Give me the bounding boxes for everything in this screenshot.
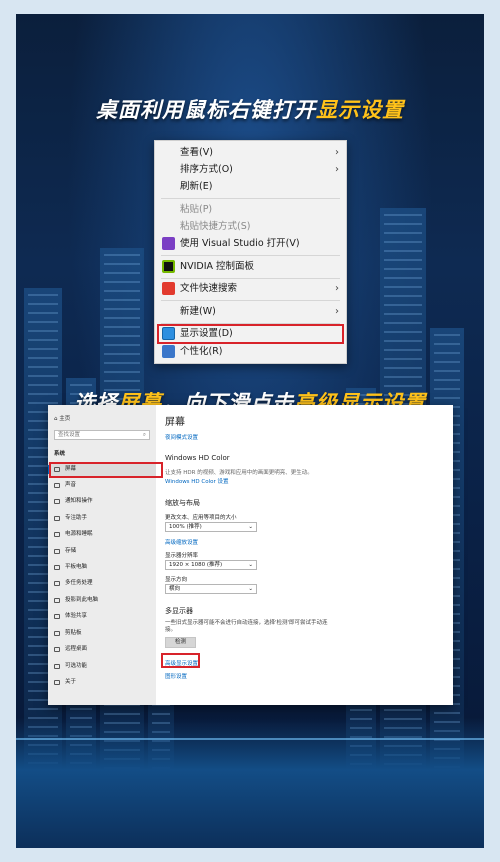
settings-search-input[interactable]: 查找设置 ⌕ bbox=[54, 430, 150, 440]
sidebar-item-multitasking[interactable]: 多任务处理 bbox=[48, 577, 156, 590]
sidebar-item-sound[interactable]: 声音 bbox=[48, 479, 156, 492]
hd-color-heading: Windows HD Color bbox=[165, 454, 230, 462]
chevron-right-icon: › bbox=[335, 283, 339, 294]
sidebar-item-about[interactable]: 关于 bbox=[48, 676, 156, 689]
remote-icon bbox=[54, 647, 60, 652]
menu-item-paste-shortcut: 粘贴快捷方式(S) bbox=[180, 221, 251, 232]
graphics-settings-link[interactable]: 图形设置 bbox=[165, 672, 187, 680]
sidebar-item-project[interactable]: 投影到此电脑 bbox=[48, 594, 156, 607]
scale-dropdown[interactable]: 100% (推荐) ⌄ bbox=[165, 522, 257, 532]
multitask-icon bbox=[54, 581, 60, 586]
chevron-down-icon: ⌄ bbox=[248, 524, 253, 530]
chevron-right-icon: › bbox=[335, 147, 339, 158]
menu-item-personalize[interactable]: 个性化(R) bbox=[155, 343, 346, 360]
visual-studio-icon bbox=[162, 237, 175, 250]
optional-features-icon bbox=[54, 664, 60, 669]
project-icon bbox=[54, 598, 60, 603]
orientation-dropdown[interactable]: 横向 ⌄ bbox=[165, 584, 257, 594]
clipboard-icon bbox=[54, 631, 60, 636]
chevron-right-icon: › bbox=[335, 306, 339, 317]
advanced-scaling-link[interactable]: 高级缩放设置 bbox=[165, 538, 198, 546]
settings-sidebar: ⌂ 主页 查找设置 ⌕ 系统 屏幕 声音 通知和操作 专注助手 电源和睡眠 存储… bbox=[48, 405, 163, 705]
multi-display-desc: 一些旧式显示器可能不会进行自动连接，选择'检测'即可尝试手动连接。 bbox=[165, 620, 328, 633]
nvidia-icon bbox=[162, 260, 175, 273]
sidebar-item-clipboard[interactable]: 剪贴板 bbox=[48, 627, 156, 640]
power-icon bbox=[54, 532, 60, 537]
info-icon bbox=[54, 680, 60, 685]
menu-item-new[interactable]: 新建(W) › bbox=[155, 303, 346, 320]
scale-heading: 缩放与布局 bbox=[165, 499, 200, 507]
resolution-label: 显示器分辨率 bbox=[165, 553, 199, 559]
sidebar-item-notifications[interactable]: 通知和操作 bbox=[48, 495, 156, 508]
sidebar-item-focus[interactable]: 专注助手 bbox=[48, 512, 156, 525]
headline-step1: 桌面利用鼠标右键打开显示设置 bbox=[96, 98, 404, 122]
wps-search-icon bbox=[162, 282, 175, 295]
sidebar-category: 系统 bbox=[54, 451, 66, 457]
sidebar-item-shared[interactable]: 体验共享 bbox=[48, 610, 156, 623]
highlight-box bbox=[49, 462, 163, 478]
settings-main: 屏幕 夜间模式设置 Windows HD Color 让支持 HDR 的视频、游… bbox=[156, 405, 453, 705]
sidebar-home[interactable]: ⌂ 主页 bbox=[54, 414, 70, 422]
chevron-right-icon: › bbox=[335, 164, 339, 175]
scale-label: 更改文本、应用等项目的大小 bbox=[165, 515, 237, 521]
highlight-box bbox=[157, 324, 344, 344]
hd-color-settings-link[interactable]: Windows HD Color 设置 bbox=[165, 477, 229, 485]
highlight-box bbox=[161, 653, 200, 668]
moon-icon bbox=[54, 516, 60, 521]
night-light-link[interactable]: 夜间模式设置 bbox=[165, 433, 198, 441]
menu-item-paste: 粘贴(P) bbox=[180, 204, 213, 215]
sidebar-item-tablet[interactable]: 平板电脑 bbox=[48, 561, 156, 574]
speaker-icon bbox=[54, 483, 60, 488]
menu-item-refresh[interactable]: 刷新(E) bbox=[155, 178, 346, 195]
sidebar-item-optional[interactable]: 可选功能 bbox=[48, 660, 156, 673]
page-title: 屏幕 bbox=[165, 417, 185, 428]
detect-button[interactable]: 检测 bbox=[165, 637, 196, 648]
multi-display-heading: 多显示器 bbox=[165, 607, 193, 615]
chevron-down-icon: ⌄ bbox=[248, 562, 253, 568]
notification-icon bbox=[54, 499, 60, 504]
sidebar-item-storage[interactable]: 存储 bbox=[48, 545, 156, 558]
hd-color-desc: 让支持 HDR 的视频、游戏和应用中的画面更明亮、更生动。 bbox=[165, 470, 313, 476]
chevron-down-icon: ⌄ bbox=[248, 586, 253, 592]
sidebar-item-remote[interactable]: 远程桌面 bbox=[48, 643, 156, 656]
storage-icon bbox=[54, 549, 60, 554]
menu-item-nvidia[interactable]: NVIDIA 控制面板 bbox=[155, 258, 346, 275]
menu-item-view[interactable]: 查看(V) › bbox=[155, 144, 346, 161]
settings-window: ⌂ 主页 查找设置 ⌕ 系统 屏幕 声音 通知和操作 专注助手 电源和睡眠 存储… bbox=[48, 405, 453, 705]
menu-item-open-visual-studio[interactable]: 使用 Visual Studio 打开(V) bbox=[155, 235, 346, 252]
share-icon bbox=[54, 614, 60, 619]
orientation-label: 显示方向 bbox=[165, 577, 188, 583]
sidebar-item-power[interactable]: 电源和睡眠 bbox=[48, 528, 156, 541]
resolution-dropdown[interactable]: 1920 × 1080 (推荐) ⌄ bbox=[165, 560, 257, 570]
personalize-icon bbox=[162, 345, 175, 358]
menu-item-file-search[interactable]: 文件快速搜索 › bbox=[155, 280, 346, 297]
desktop-context-menu: 查看(V) › 排序方式(O) › 刷新(E) 粘贴(P) 粘贴快捷方式(S) 使用… bbox=[154, 140, 347, 364]
search-icon: ⌕ bbox=[142, 432, 146, 438]
menu-item-sort[interactable]: 排序方式(O) › bbox=[155, 161, 346, 178]
tablet-icon bbox=[54, 565, 60, 570]
